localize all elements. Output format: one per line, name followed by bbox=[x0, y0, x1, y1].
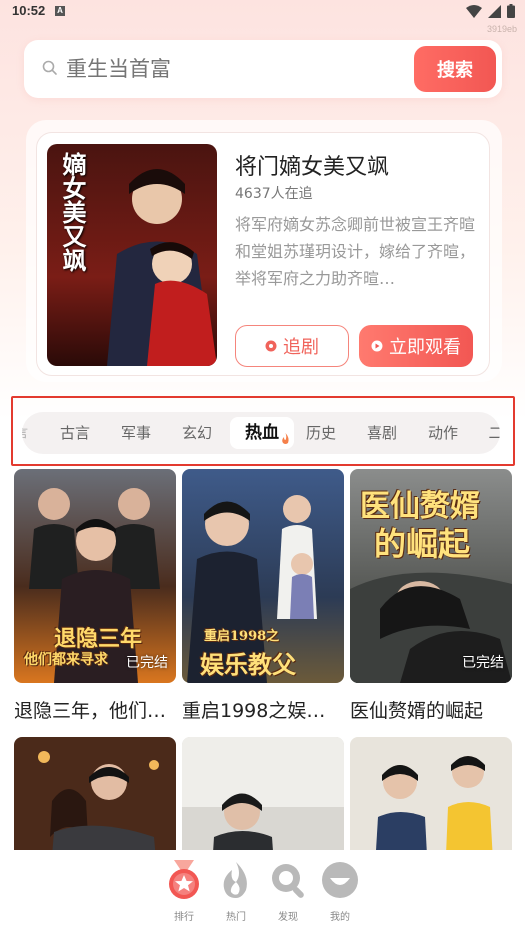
follow-icon bbox=[265, 340, 277, 352]
tab-partial-right[interactable]: 二 bbox=[484, 412, 500, 454]
drama-card[interactable] bbox=[350, 737, 512, 850]
nav-label-ranking: 排行 bbox=[174, 912, 194, 923]
tab-guyan[interactable]: 古言 bbox=[54, 412, 96, 454]
nav-item-discover[interactable]: 发现 bbox=[264, 860, 312, 923]
drama-title[interactable]: 医仙赘婿的崛起 bbox=[350, 696, 518, 723]
drama-card[interactable] bbox=[182, 737, 344, 850]
flame-icon bbox=[223, 862, 247, 898]
featured-title[interactable]: 将门嫡女美又飒 bbox=[235, 149, 389, 181]
tab-rexue-label: 热血 bbox=[245, 423, 279, 443]
drama-poster-art bbox=[182, 737, 344, 850]
drama-poster-subcaption: 他们都来寻求 bbox=[24, 652, 108, 668]
category-tabs: 言 古言 军事 玄幻 热血 历史 喜剧 动作 二 bbox=[22, 412, 500, 454]
featured-card[interactable]: 嫡女美又飒 将门嫡女美又飒 4637人在追 将军府嫡女苏念卿前世被宣王齐暄和堂姐… bbox=[36, 132, 490, 376]
status-badge: 已完结 bbox=[126, 655, 168, 671]
nav-item-ranking[interactable]: 排行 bbox=[160, 860, 208, 923]
status-bar: 10:52 A bbox=[0, 0, 525, 24]
drama-poster-subcaption: 的崛起 bbox=[374, 525, 471, 563]
drama-card[interactable]: 重启1998之 娱乐教父 重启1998之娱… bbox=[182, 469, 344, 729]
tab-junshi[interactable]: 军事 bbox=[115, 412, 157, 454]
search-button[interactable]: 搜索 bbox=[414, 46, 496, 92]
featured-followers: 4637人在追 bbox=[235, 186, 313, 202]
nav-label-discover: 发现 bbox=[278, 912, 298, 923]
watch-now-button[interactable]: 立即观看 bbox=[359, 325, 473, 367]
search-box: 搜索 bbox=[24, 40, 502, 98]
search-input[interactable] bbox=[66, 54, 406, 84]
tab-dongzuo[interactable]: 动作 bbox=[422, 412, 464, 454]
featured-poster[interactable]: 嫡女美又飒 bbox=[47, 144, 217, 366]
drama-poster[interactable] bbox=[182, 737, 344, 850]
play-icon bbox=[371, 340, 383, 352]
battery-icon bbox=[507, 4, 515, 18]
featured-description: 将军府嫡女苏念卿前世被宣王齐暄和堂姐苏瑾玥设计，嫁给了齐暄，举将军府之力助齐暄… bbox=[235, 215, 476, 288]
drama-poster[interactable]: 重启1998之 娱乐教父 bbox=[182, 469, 344, 683]
follow-button[interactable]: 追剧 bbox=[235, 325, 349, 367]
drama-title[interactable]: 重启1998之娱… bbox=[182, 696, 350, 723]
status-badge: 已完结 bbox=[462, 655, 504, 671]
bottom-nav: 排行 热门 发现 我的 bbox=[0, 850, 525, 933]
follow-button-label: 追剧 bbox=[283, 337, 319, 357]
drama-poster-art bbox=[14, 737, 176, 850]
drama-poster[interactable] bbox=[14, 737, 176, 850]
notification-app-icon: A bbox=[55, 6, 65, 16]
drama-poster-caption: 娱乐教父 bbox=[200, 650, 296, 679]
drama-poster[interactable]: 医仙赘婿 的崛起 已完结 bbox=[350, 469, 512, 683]
build-tag: 3919eb bbox=[486, 24, 517, 34]
wifi-icon bbox=[466, 4, 482, 18]
status-time: 10:52 bbox=[12, 3, 46, 18]
drama-card[interactable] bbox=[14, 737, 176, 850]
tab-rexue[interactable]: 热血 bbox=[230, 417, 294, 449]
active-tab-flame-icon bbox=[282, 433, 289, 444]
drama-card[interactable]: 医仙赘婿 的崛起 已完结 医仙赘婿的崛起 bbox=[350, 469, 512, 729]
signal-icon bbox=[488, 4, 501, 18]
drama-poster[interactable]: 退隐三年 他们都来寻求 已完结 bbox=[14, 469, 176, 683]
profile-face-icon bbox=[322, 862, 358, 898]
nav-item-hot[interactable]: 热门 bbox=[212, 860, 260, 923]
tab-partial-left[interactable]: 言 bbox=[22, 412, 32, 454]
search-icon bbox=[42, 60, 57, 75]
ranking-medal-icon bbox=[169, 860, 199, 899]
watch-now-label: 立即观看 bbox=[389, 337, 461, 357]
status-indicators bbox=[466, 4, 515, 18]
tab-xuanhuan[interactable]: 玄幻 bbox=[176, 412, 218, 454]
drama-poster-art bbox=[350, 737, 512, 850]
drama-title[interactable]: 退隐三年，他们… bbox=[14, 696, 182, 723]
featured-poster-caption: 嫡女美又飒 bbox=[58, 152, 87, 272]
drama-poster-subcaption: 重启1998之 bbox=[204, 629, 280, 644]
tab-lishi[interactable]: 历史 bbox=[300, 412, 342, 454]
nav-label-profile: 我的 bbox=[330, 912, 350, 923]
drama-poster[interactable] bbox=[350, 737, 512, 850]
discover-search-icon bbox=[272, 864, 304, 898]
tab-xiju[interactable]: 喜剧 bbox=[361, 412, 403, 454]
nav-label-hot: 热门 bbox=[226, 912, 246, 923]
nav-item-profile[interactable]: 我的 bbox=[316, 860, 364, 923]
drama-card[interactable]: 退隐三年 他们都来寻求 已完结 退隐三年，他们… bbox=[14, 469, 176, 729]
